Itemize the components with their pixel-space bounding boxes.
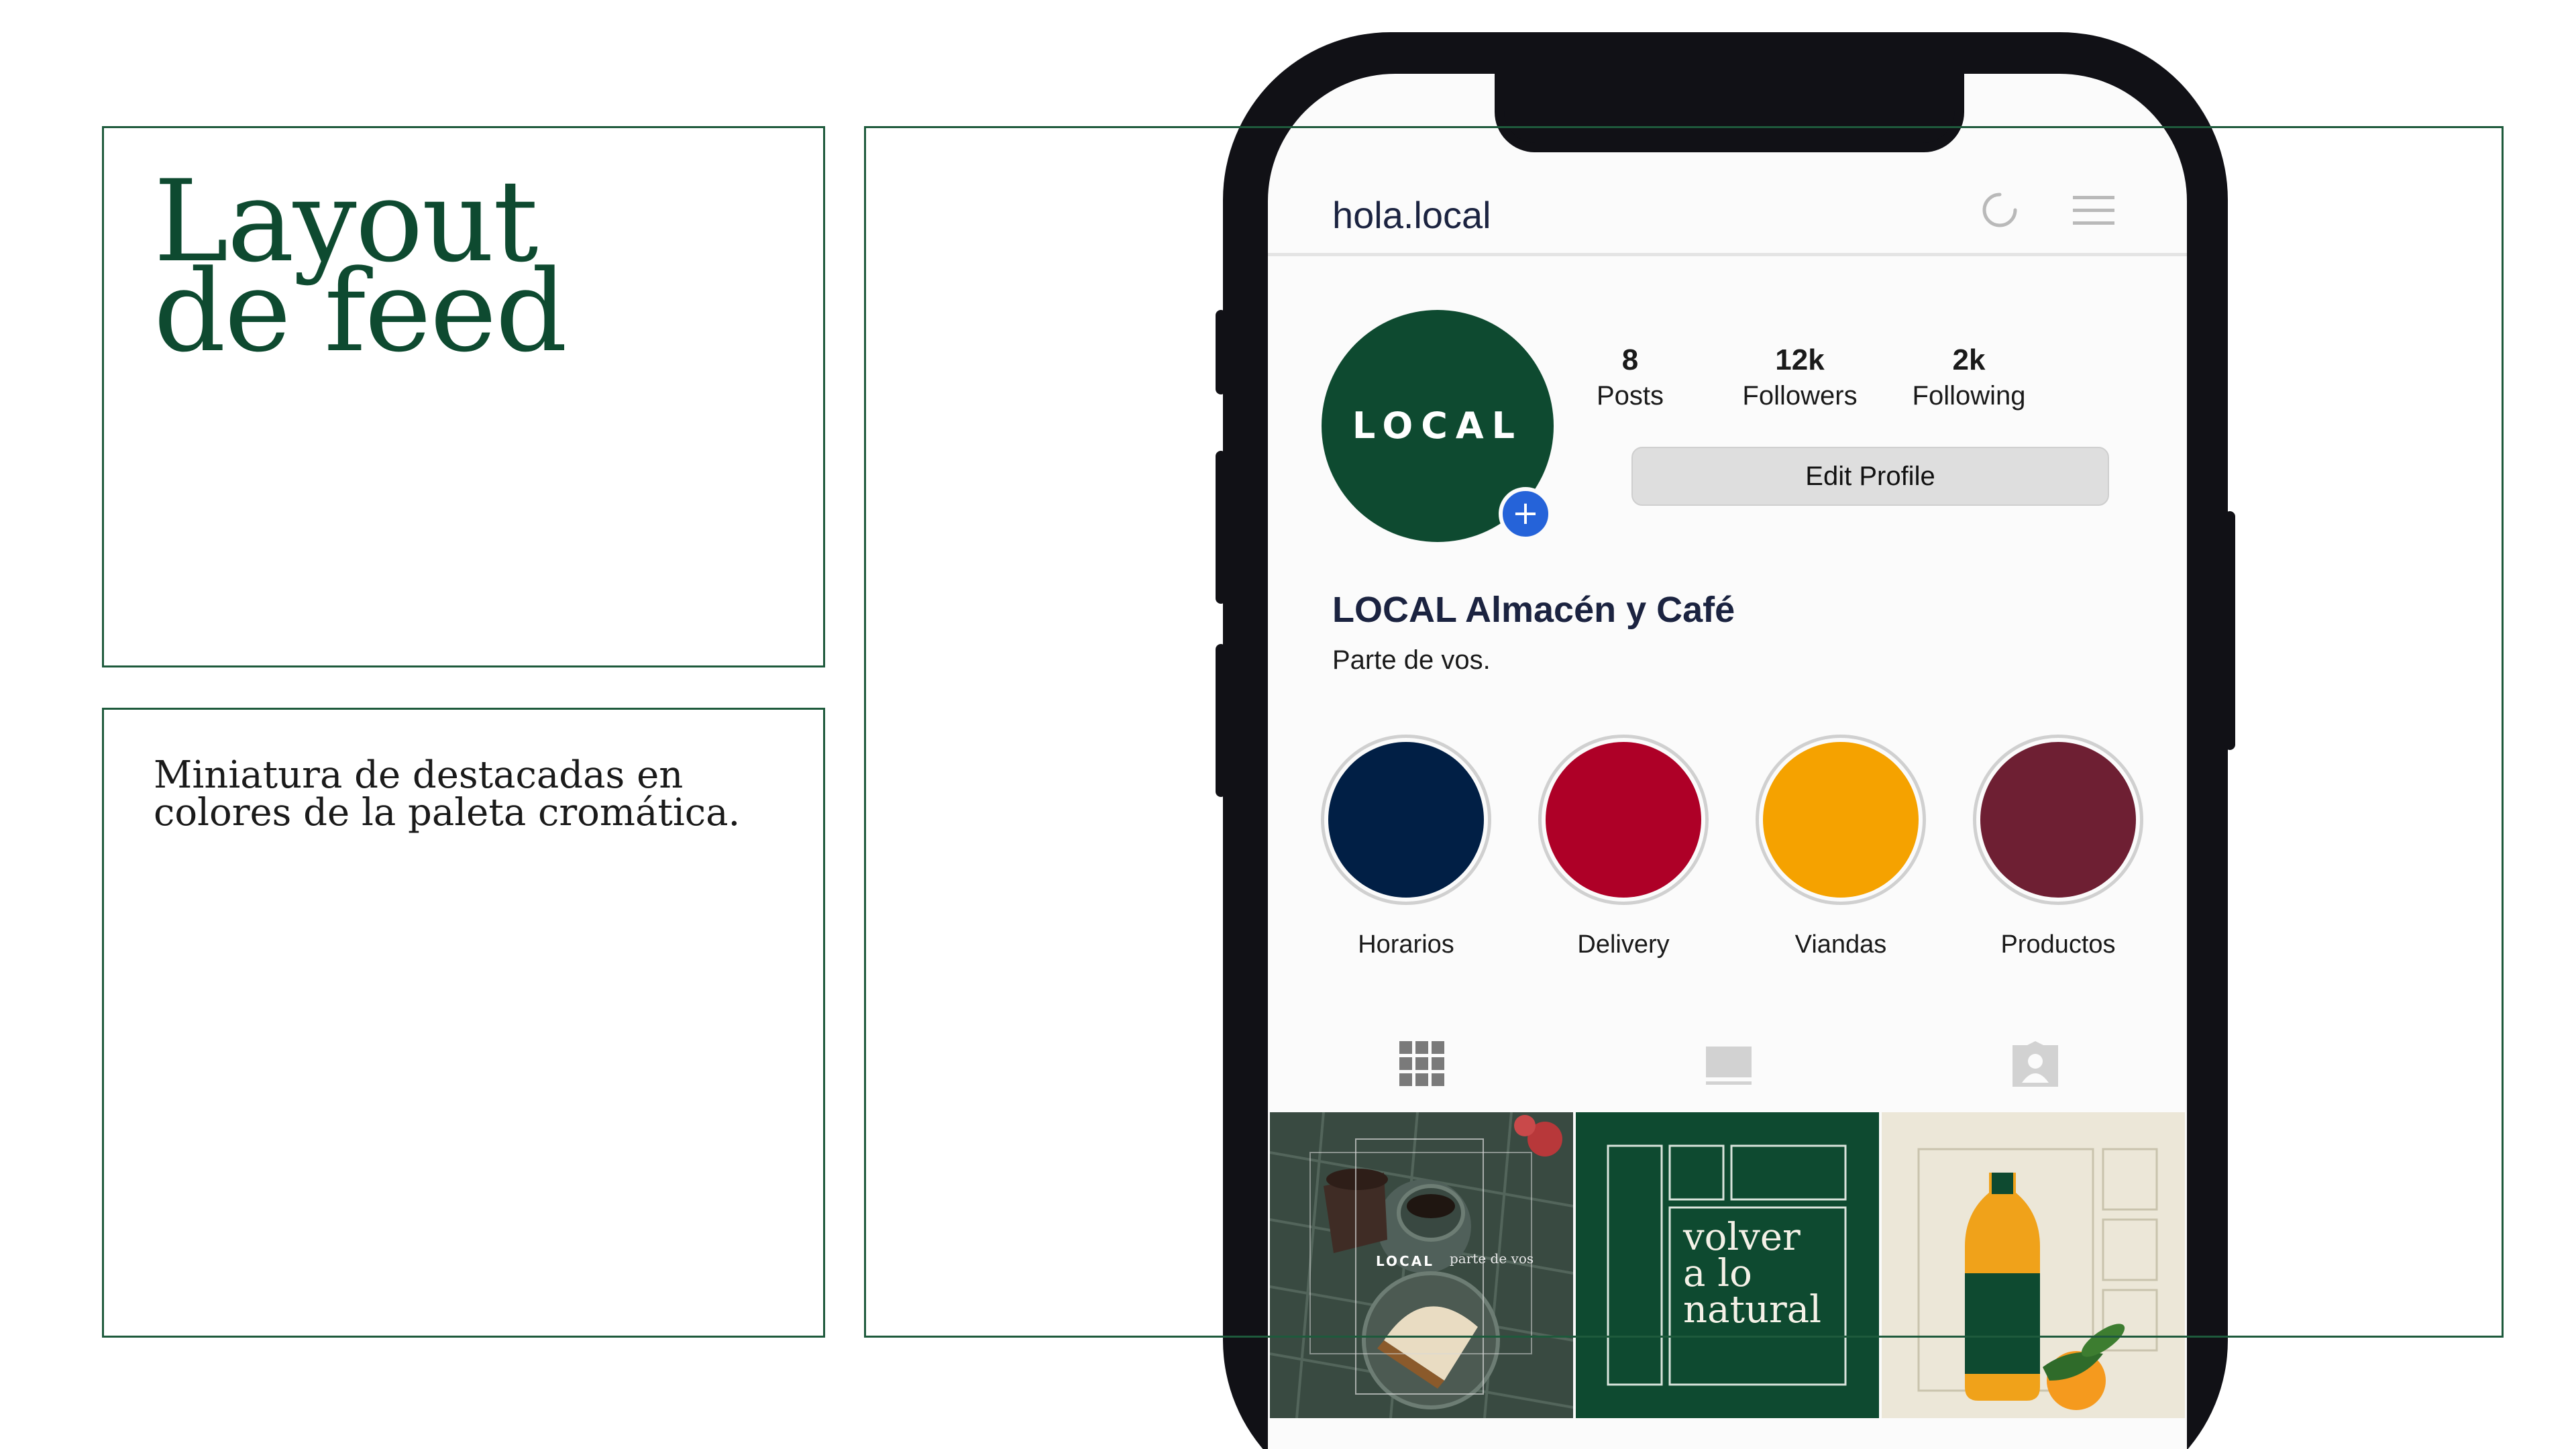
post-headline-line3: natural [1683, 1288, 1822, 1332]
stat-followers-label: Followers [1742, 381, 1858, 411]
post-headline-line1: volver [1683, 1216, 1801, 1259]
stat-posts[interactable]: 8 Posts [1553, 343, 1707, 411]
feed-icon [1706, 1046, 1752, 1085]
highlight-viandas[interactable]: Viandas [1754, 735, 1928, 959]
phone-volume-up-button [1216, 451, 1226, 604]
username: hola.local [1332, 194, 1491, 236]
tagged-icon [2012, 1041, 2058, 1087]
title-panel: Layout de feed [102, 126, 825, 667]
highlight-thumbnail [1763, 742, 1919, 898]
profile-header-bar: hola.local [1268, 174, 2187, 256]
tab-tagged[interactable] [1881, 1013, 2187, 1114]
stat-followers-value: 12k [1775, 343, 1825, 376]
post-juice[interactable] [1882, 1112, 2185, 1418]
stat-posts-value: 8 [1621, 343, 1639, 376]
post-volver-natural[interactable]: volver a lo natural [1576, 1112, 1879, 1418]
profile-name: LOCAL Almacén y Café [1332, 590, 1735, 630]
highlight-label: Horarios [1358, 930, 1454, 959]
highlight-thumbnail [1980, 742, 2136, 898]
phone-side-button [1216, 310, 1226, 394]
highlight-label: Delivery [1577, 930, 1670, 959]
highlight-horarios[interactable]: Horarios [1319, 735, 1493, 959]
grid-icon [1399, 1041, 1444, 1086]
post-coffee[interactable]: LOCAL parte de vos [1270, 1112, 1573, 1418]
highlight-delivery[interactable]: Delivery [1536, 735, 1711, 959]
add-story-icon[interactable]: + [1499, 487, 1552, 541]
slide-title: Layout de feed [154, 165, 568, 377]
description-panel: Miniatura de destacadas en colores de la… [102, 708, 825, 1338]
highlight-thumbnail [1546, 742, 1701, 898]
stat-following-value: 2k [1952, 343, 1986, 376]
menu-icon[interactable] [2073, 189, 2114, 231]
slide-title-line2: de feed [154, 246, 568, 377]
juice-photo [1882, 1112, 2185, 1418]
post-headline: volver a lo natural [1683, 1216, 1822, 1332]
stat-posts-label: Posts [1596, 381, 1664, 411]
highlight-label: Viandas [1794, 930, 1887, 959]
profile-bio: Parte de vos. [1332, 645, 1491, 675]
tab-feed[interactable] [1574, 1013, 1880, 1114]
highlight-productos[interactable]: Productos [1971, 735, 2145, 959]
stat-followers[interactable]: 12k Followers [1723, 343, 1877, 411]
phone-power-button [2224, 511, 2235, 750]
slide-description: Miniatura de destacadas en colores de la… [154, 753, 741, 835]
refresh-icon[interactable] [1979, 189, 2021, 231]
highlight-label: Productos [2000, 930, 2116, 959]
stat-following[interactable]: 2k Following [1892, 343, 2046, 411]
phone-screen: hola.local LOCAL + 8 Posts 12k Followers… [1268, 74, 2187, 1449]
stat-following-label: Following [1912, 381, 2026, 411]
profile-tabs [1268, 1013, 2187, 1114]
phone-notch [1495, 70, 1964, 152]
highlight-thumbnail [1328, 742, 1484, 898]
phone-volume-down-button [1216, 644, 1226, 797]
post-headline-line2: a lo [1683, 1252, 1752, 1295]
post-brand-mark: LOCAL [1376, 1253, 1434, 1269]
post-brand-tagline: parte de vos [1450, 1250, 1534, 1267]
edit-profile-button[interactable]: Edit Profile [1631, 447, 2109, 506]
tab-grid[interactable] [1268, 1013, 1574, 1114]
